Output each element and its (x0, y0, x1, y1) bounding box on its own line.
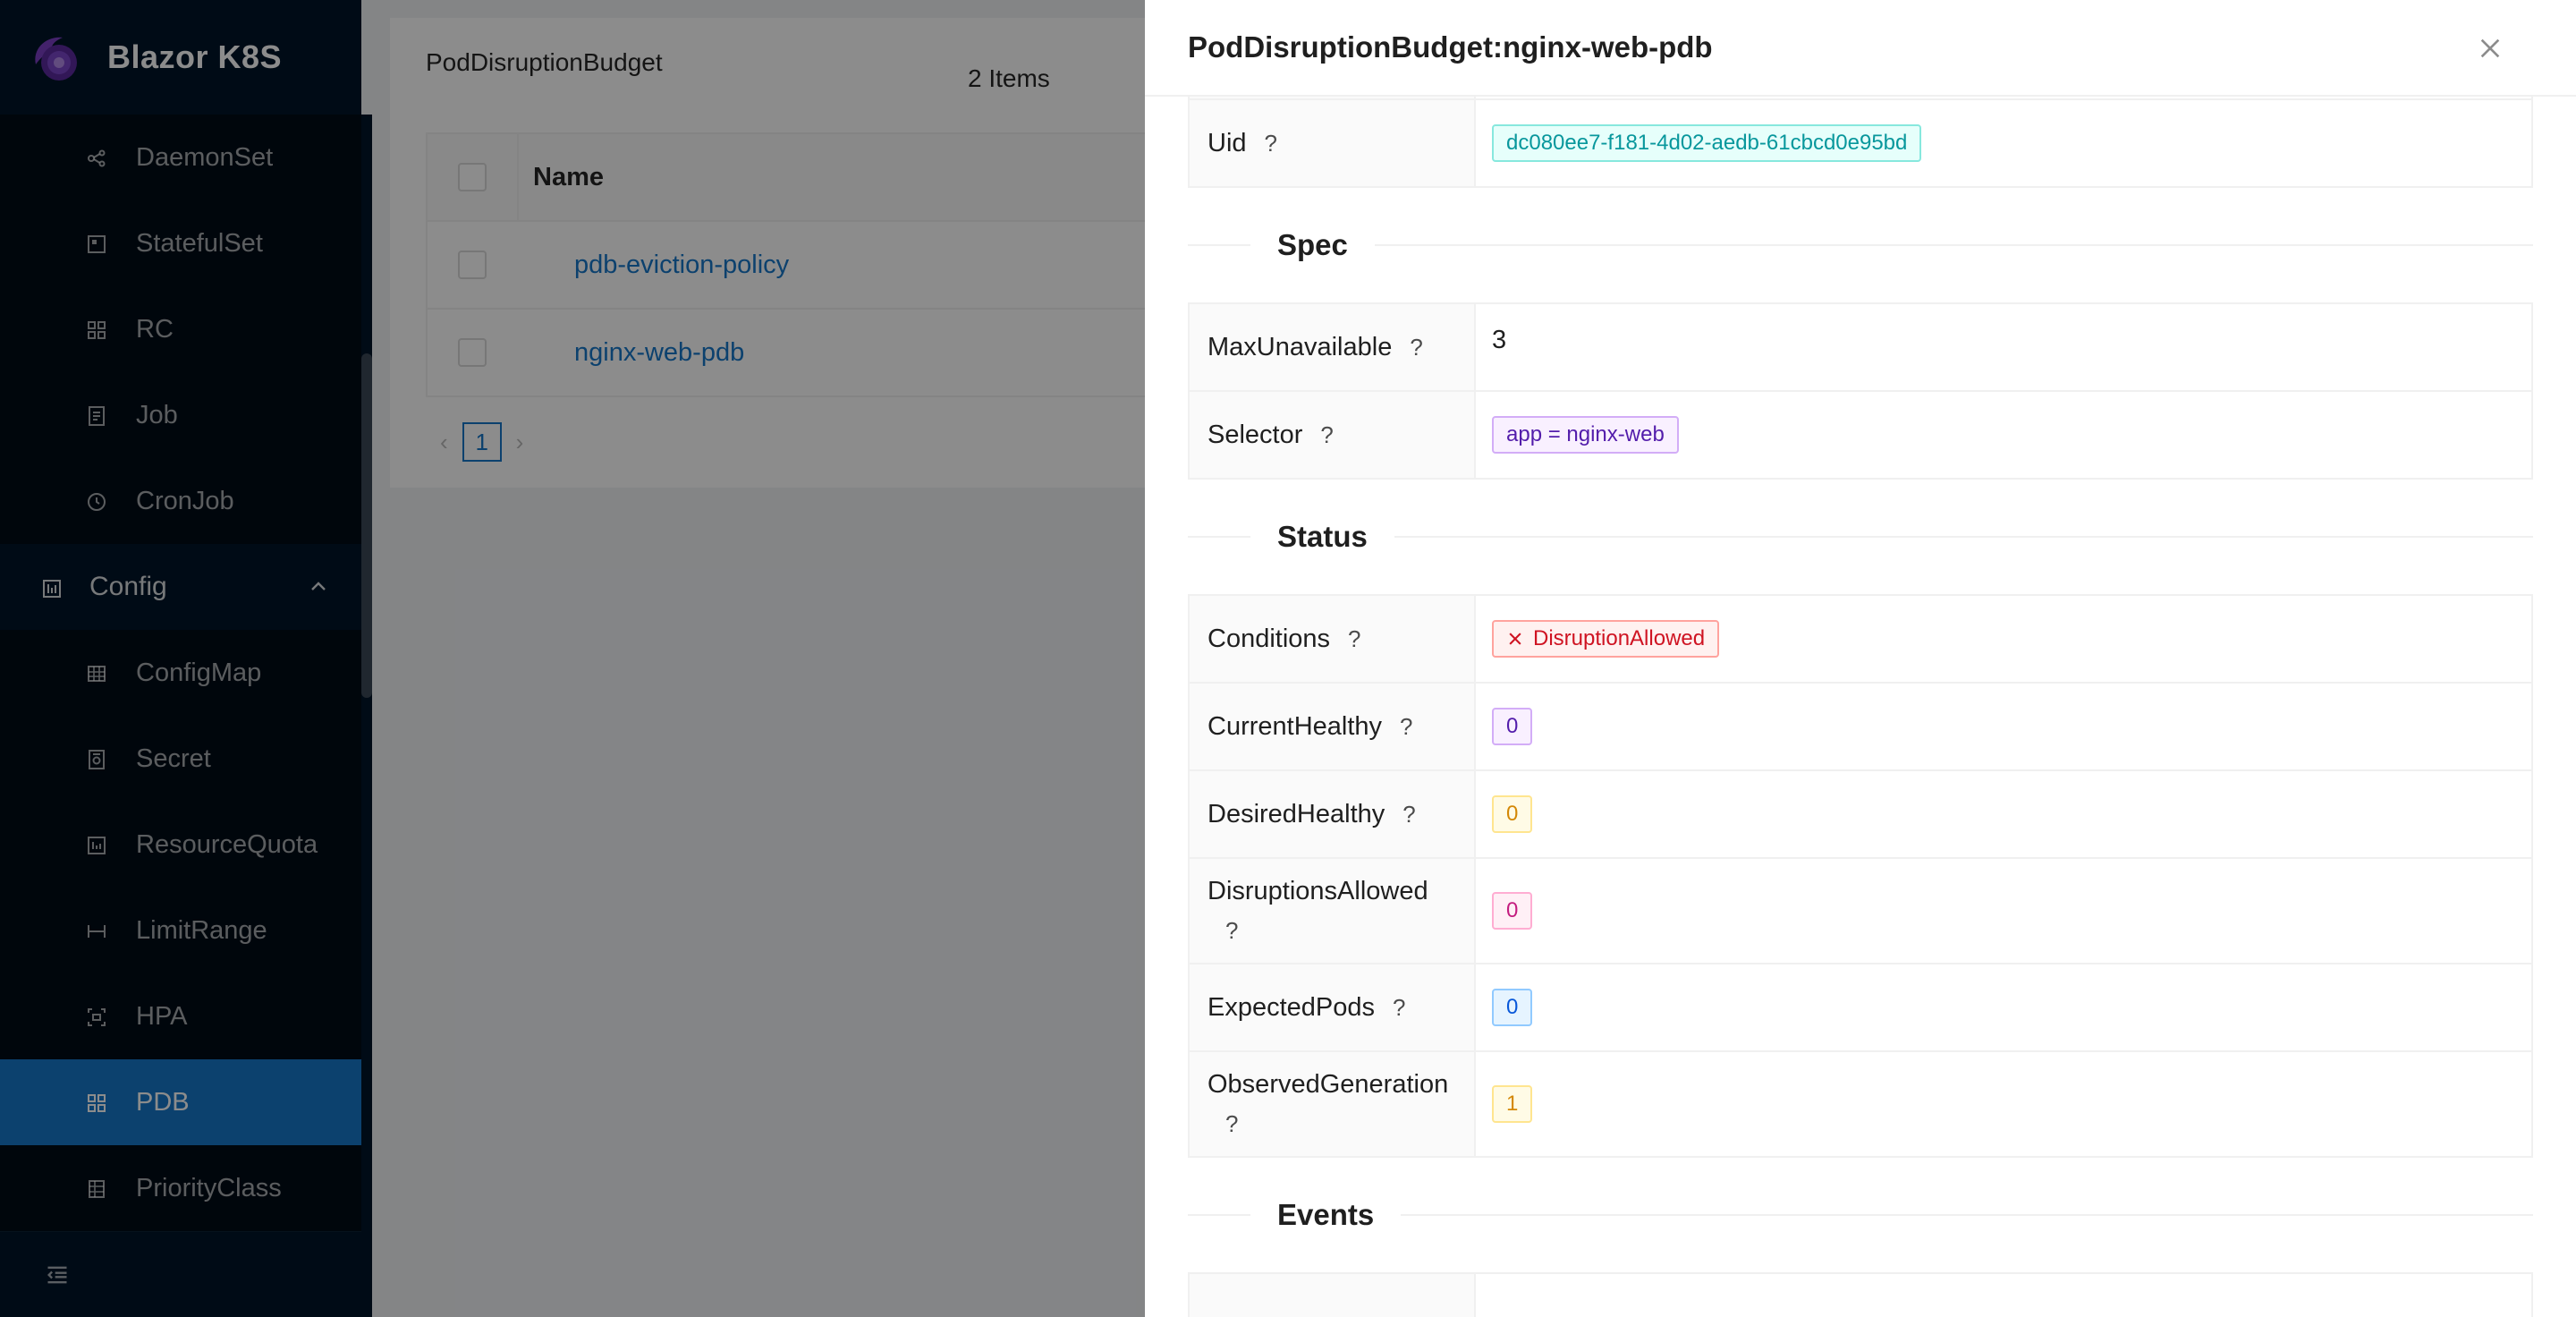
description-value: 1 (1476, 1052, 2531, 1156)
close-icon[interactable] (2476, 34, 2504, 63)
drawer-header: PodDisruptionBudget:nginx-web-pdb (1145, 0, 2576, 97)
help-icon[interactable]: ? (1393, 988, 1405, 1027)
help-icon[interactable]: ? (1225, 1104, 1238, 1143)
help-icon[interactable]: ? (1348, 619, 1360, 658)
description-row-conditions: Conditions? DisruptionAllowed (1190, 596, 2531, 684)
description-value: 0 (1476, 684, 2531, 769)
description-row-maxunavailable: MaxUnavailable? 3 (1190, 304, 2531, 392)
divider-line (1374, 244, 2533, 246)
drawer-body: Uid? dc080ee7-f181-4d02-aedb-61cbcd0e95b… (1188, 97, 2533, 1317)
divider-line (1401, 1214, 2533, 1216)
selector-label: Selector (1208, 421, 1303, 449)
observedgeneration-label: ObservedGeneration (1208, 1070, 1449, 1099)
description-value (1476, 97, 2531, 98)
description-label: MaxUnavailable? (1190, 304, 1476, 390)
observedgeneration-tag: 1 (1492, 1085, 1533, 1123)
description-label: CurrentHealthy? (1190, 684, 1476, 769)
description-label: DisruptionsAllowed? (1190, 859, 1476, 963)
expectedpods-tag: 0 (1492, 989, 1533, 1026)
events-section-divider: Events (1188, 1158, 2533, 1272)
help-icon[interactable]: ? (1410, 327, 1422, 367)
section-title: Events (1277, 1198, 1375, 1231)
conditions-label: Conditions (1208, 625, 1331, 653)
description-label: Conditions? (1190, 596, 1476, 682)
description-value: 0 (1476, 859, 2531, 963)
divider-line (1188, 244, 1250, 246)
desiredhealthy-label: DesiredHealthy (1208, 800, 1385, 828)
help-icon[interactable]: ? (1265, 123, 1277, 163)
drawer-title: PodDisruptionBudget:nginx-web-pdb (1188, 30, 1713, 64)
selector-tag: app = nginx-web (1492, 416, 1679, 454)
uid-label: Uid (1208, 129, 1247, 157)
description-row-desiredhealthy: DesiredHealthy? 0 (1190, 771, 2531, 859)
status-section-divider: Status (1188, 480, 2533, 594)
description-value: 0 (1476, 964, 2531, 1050)
description-label: Selector? (1190, 392, 1476, 478)
spec-descriptions: MaxUnavailable? 3 Selector? app = nginx-… (1188, 302, 2533, 480)
section-title: Status (1277, 520, 1368, 553)
description-label: DesiredHealthy? (1190, 771, 1476, 857)
description-value: app = nginx-web (1476, 392, 2531, 478)
expectedpods-label: ExpectedPods (1208, 993, 1376, 1022)
disruptionsallowed-tag: 0 (1492, 892, 1533, 930)
description-row-disruptionsallowed: DisruptionsAllowed? 0 (1190, 859, 2531, 964)
maxunavailable-label: MaxUnavailable (1208, 333, 1393, 361)
divider-line (1394, 536, 2533, 538)
description-label: ObservedGeneration? (1190, 1052, 1476, 1156)
description-row (1190, 1274, 2531, 1317)
currenthealthy-label: CurrentHealthy (1208, 712, 1383, 741)
help-icon[interactable]: ? (1400, 707, 1412, 746)
status-descriptions: Conditions? DisruptionAllowed CurrentHea… (1188, 594, 2533, 1158)
metadata-descriptions: Uid? dc080ee7-f181-4d02-aedb-61cbcd0e95b… (1188, 97, 2533, 188)
condition-tag: DisruptionAllowed (1492, 620, 1720, 658)
description-row-observedgeneration: ObservedGeneration? 1 (1190, 1052, 2531, 1156)
description-label: Uid? (1190, 100, 1476, 186)
maxunavailable-value: 3 (1492, 326, 1507, 354)
uid-tag: dc080ee7-f181-4d02-aedb-61cbcd0e95bd (1492, 124, 1922, 162)
description-row-selector: Selector? app = nginx-web (1190, 392, 2531, 478)
detail-drawer: PodDisruptionBudget:nginx-web-pdb Uid? d… (1145, 0, 2576, 1317)
description-value (1476, 1274, 2531, 1317)
description-value: 0 (1476, 771, 2531, 857)
currenthealthy-tag: 0 (1492, 708, 1533, 745)
divider-line (1188, 536, 1250, 538)
help-icon[interactable]: ? (1225, 911, 1238, 950)
description-label (1190, 1274, 1476, 1317)
description-row-currenthealthy: CurrentHealthy? 0 (1190, 684, 2531, 771)
description-row-expectedpods: ExpectedPods? 0 (1190, 964, 2531, 1052)
condition-text: DisruptionAllowed (1533, 626, 1706, 650)
divider-line (1188, 1214, 1250, 1216)
help-icon[interactable]: ? (1402, 794, 1415, 834)
help-icon[interactable]: ? (1320, 415, 1333, 455)
description-label (1190, 97, 1476, 98)
description-row-uid: Uid? dc080ee7-f181-4d02-aedb-61cbcd0e95b… (1190, 100, 2531, 186)
section-title: Spec (1277, 228, 1348, 261)
close-icon (1509, 633, 1521, 645)
desiredhealthy-tag: 0 (1492, 795, 1533, 833)
description-value: DisruptionAllowed (1476, 596, 2531, 682)
description-value: dc080ee7-f181-4d02-aedb-61cbcd0e95bd (1476, 100, 2531, 186)
description-label: ExpectedPods? (1190, 964, 1476, 1050)
description-value: 3 (1476, 304, 2531, 390)
events-descriptions (1188, 1272, 2533, 1317)
disruptionsallowed-label: DisruptionsAllowed (1208, 877, 1428, 905)
spec-section-divider: Spec (1188, 188, 2533, 302)
